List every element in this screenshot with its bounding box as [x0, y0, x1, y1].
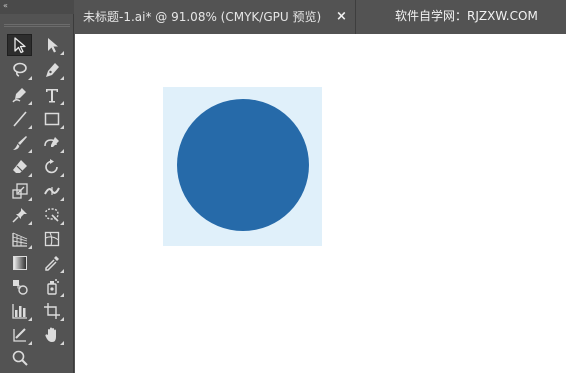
tools-panel-header: «	[0, 0, 74, 14]
tool-group-indicator	[28, 125, 32, 129]
slice-icon	[12, 328, 26, 342]
symbol-sprayer-tool[interactable]	[39, 276, 64, 298]
line-segment-icon	[12, 111, 27, 127]
magnifier-icon	[12, 350, 28, 366]
free-transform-icon	[44, 208, 59, 222]
rotate-tool[interactable]	[39, 156, 64, 178]
paintbrush-icon	[12, 136, 27, 150]
white-arrow-icon	[47, 38, 58, 53]
tool-group-indicator	[28, 101, 32, 105]
symbol-sprayer-icon	[46, 279, 59, 295]
tool-group-indicator	[28, 149, 32, 153]
illustrator-window: « 未标题-1.ai* @ 91.08% (CMYK/GPU 预览) × 软件自…	[0, 0, 566, 373]
slice-tool[interactable]	[7, 324, 32, 346]
tool-group-indicator	[28, 221, 32, 225]
pen-tool[interactable]	[39, 59, 64, 81]
perspective-grid-icon	[11, 232, 27, 247]
rotate-icon	[44, 159, 58, 174]
direct-selection-tool[interactable]	[39, 34, 64, 56]
mesh-tool[interactable]	[39, 228, 64, 250]
pen-icon	[45, 63, 59, 77]
selection-tool[interactable]	[7, 34, 32, 56]
tool-group-indicator	[28, 245, 32, 249]
tool-group-indicator	[60, 149, 64, 153]
tool-group-indicator	[60, 173, 64, 177]
pushpin-icon	[11, 208, 27, 223]
scale-tool[interactable]	[7, 180, 32, 202]
line-tool[interactable]	[7, 108, 32, 130]
artboard-icon	[43, 303, 60, 319]
tool-group-indicator	[28, 341, 32, 345]
collapse-panel-icon[interactable]: «	[3, 1, 8, 11]
artboard-canvas[interactable]	[75, 34, 566, 373]
scale-icon	[11, 183, 28, 199]
tool-group-indicator	[60, 317, 64, 321]
artboard-tool[interactable]	[39, 300, 64, 322]
tool-group-indicator	[60, 221, 64, 225]
width-tool[interactable]	[39, 180, 64, 202]
eraser-tool[interactable]	[7, 156, 32, 178]
shaper-icon	[43, 137, 59, 147]
paintbrush-tool[interactable]	[7, 132, 32, 154]
gradient-icon	[12, 256, 27, 270]
tool-group-indicator	[28, 197, 32, 201]
eyedropper-icon	[44, 256, 59, 271]
panel-grip[interactable]	[4, 24, 70, 27]
zoom-tool[interactable]	[7, 347, 32, 369]
close-tab-icon[interactable]: ×	[336, 9, 347, 25]
tool-group-indicator	[60, 51, 64, 55]
tool-group-indicator	[28, 317, 32, 321]
blend-tool[interactable]	[7, 276, 32, 298]
type-tool[interactable]	[39, 84, 64, 106]
artwork-circle[interactable]	[177, 99, 309, 231]
document-tab[interactable]: 未标题-1.ai* @ 91.08% (CMYK/GPU 预览) ×	[74, 0, 356, 34]
rectangle-tool[interactable]	[39, 108, 64, 130]
bar-graph-icon	[11, 304, 27, 319]
hand-tool[interactable]	[39, 324, 64, 346]
tool-group-indicator	[28, 76, 32, 80]
free-transform-tool[interactable]	[39, 204, 64, 226]
shaper-tool[interactable]	[39, 132, 64, 154]
rectangle-icon	[44, 112, 59, 126]
document-tab-bar: « 未标题-1.ai* @ 91.08% (CMYK/GPU 预览) × 软件自…	[0, 0, 566, 34]
blend-icon	[12, 280, 28, 295]
perspective-grid-tool[interactable]	[7, 228, 32, 250]
gradient-tool[interactable]	[7, 252, 32, 274]
puppet-warp-tool[interactable]	[7, 204, 32, 226]
tool-group-indicator	[60, 125, 64, 129]
lasso-tool[interactable]	[7, 59, 32, 81]
curvature-tool[interactable]	[7, 84, 32, 106]
tool-group-indicator	[60, 197, 64, 201]
eyedropper-tool[interactable]	[39, 252, 64, 274]
lasso-icon	[12, 62, 27, 77]
column-graph-tool[interactable]	[7, 300, 32, 322]
tool-group-indicator	[60, 341, 64, 345]
arrow-icon	[13, 37, 26, 54]
tools-panel	[0, 14, 74, 373]
curvature-pen-icon	[11, 88, 26, 103]
width-icon	[43, 187, 60, 195]
tool-group-indicator	[60, 101, 64, 105]
eraser-icon	[12, 160, 27, 173]
tool-group-indicator	[60, 76, 64, 80]
mesh-icon	[44, 231, 59, 247]
tool-group-indicator	[60, 293, 64, 297]
tool-group-indicator	[60, 269, 64, 273]
watermark-text: 软件自学网：RJZXW.COM	[395, 9, 538, 23]
document-tab-title: 未标题-1.ai* @ 91.08% (CMYK/GPU 预览)	[83, 10, 322, 24]
tool-group-indicator	[28, 173, 32, 177]
type-t-icon	[45, 89, 58, 103]
hand-icon	[44, 327, 56, 342]
